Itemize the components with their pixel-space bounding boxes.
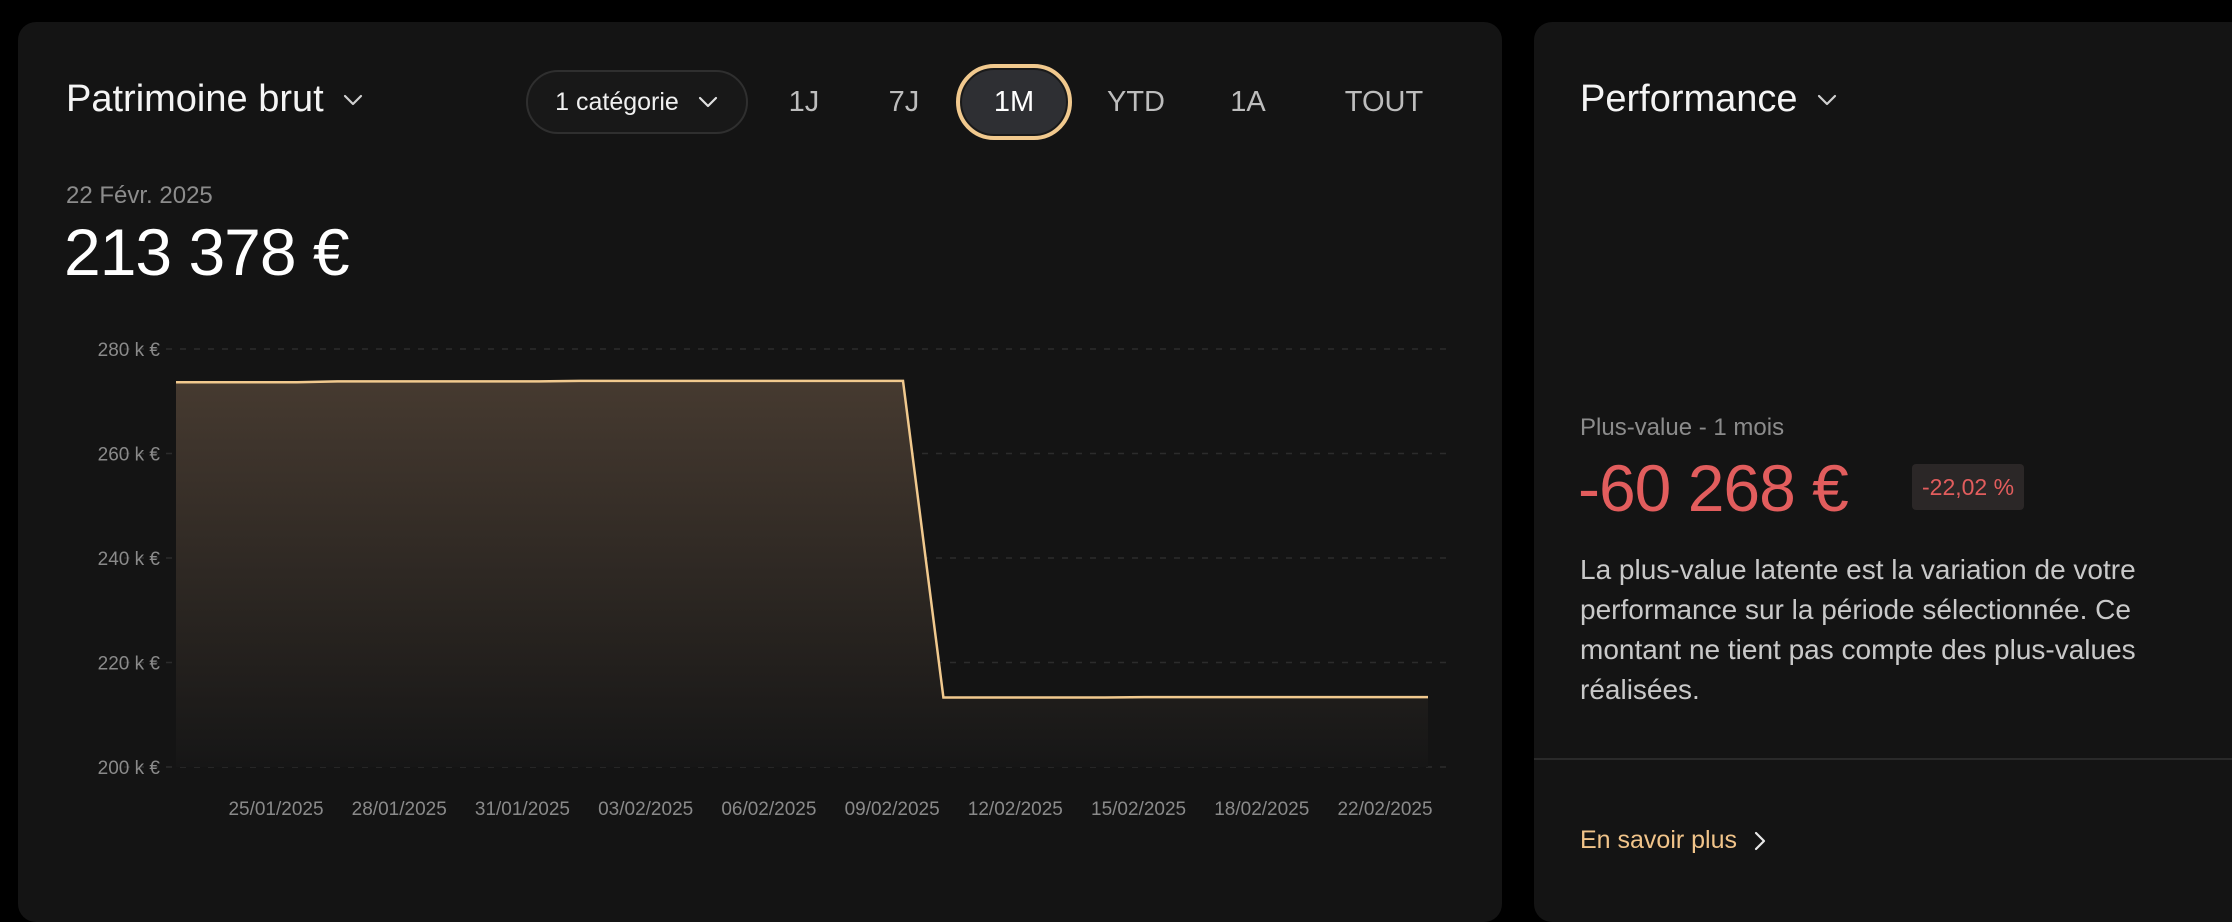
x-tick-label: 03/02/2025 bbox=[598, 799, 693, 820]
x-tick-label: 09/02/2025 bbox=[845, 799, 940, 820]
learn-more-link[interactable]: En savoir plus bbox=[1580, 826, 1769, 855]
x-tick-label: 15/02/2025 bbox=[1091, 799, 1186, 820]
x-tick-label: 25/01/2025 bbox=[228, 799, 323, 820]
gain-description: La plus-value latente est la variation d… bbox=[1580, 554, 2136, 705]
y-tick-label: 220 k € bbox=[98, 654, 161, 675]
y-tick-label: 260 k € bbox=[98, 445, 161, 466]
y-tick-label: 280 k € bbox=[98, 340, 161, 361]
performance-title-dropdown[interactable]: Performance bbox=[1580, 78, 1838, 121]
gain-percent-badge: -22,02 % bbox=[1912, 464, 2025, 510]
learn-more-label: En savoir plus bbox=[1580, 826, 1738, 854]
performance-panel: Performance Plus-value - 1 mois -60 268 … bbox=[1534, 22, 2232, 922]
net-worth-panel: Patrimoine brut 1 catégorie 1J 7J 1M YTD… bbox=[18, 22, 1502, 922]
divider bbox=[1534, 758, 2232, 760]
x-tick-label: 31/01/2025 bbox=[475, 799, 570, 820]
x-tick-label: 06/02/2025 bbox=[721, 799, 816, 820]
chevron-down-icon bbox=[1817, 94, 1836, 105]
x-tick-label: 22/02/2025 bbox=[1337, 799, 1432, 820]
x-tick-label: 18/02/2025 bbox=[1214, 799, 1309, 820]
y-tick-label: 240 k € bbox=[98, 549, 161, 570]
gain-percent: -22,02 % bbox=[1922, 473, 2015, 500]
net-worth-chart[interactable]: 280 k € 260 k € 240 k € 220 k € 200 k € 25/0… bbox=[18, 22, 1502, 884]
area-fill bbox=[176, 380, 1428, 767]
x-tick-label: 28/01/2025 bbox=[352, 799, 447, 820]
y-tick-label: 200 k € bbox=[98, 758, 161, 779]
gain-label: Plus-value - 1 mois bbox=[1580, 414, 1785, 441]
x-tick-label: 12/02/2025 bbox=[968, 799, 1063, 820]
gain-value: -60 268 € bbox=[1578, 451, 1849, 525]
performance-title: Performance bbox=[1580, 78, 1798, 120]
chevron-right-icon bbox=[1754, 831, 1766, 850]
